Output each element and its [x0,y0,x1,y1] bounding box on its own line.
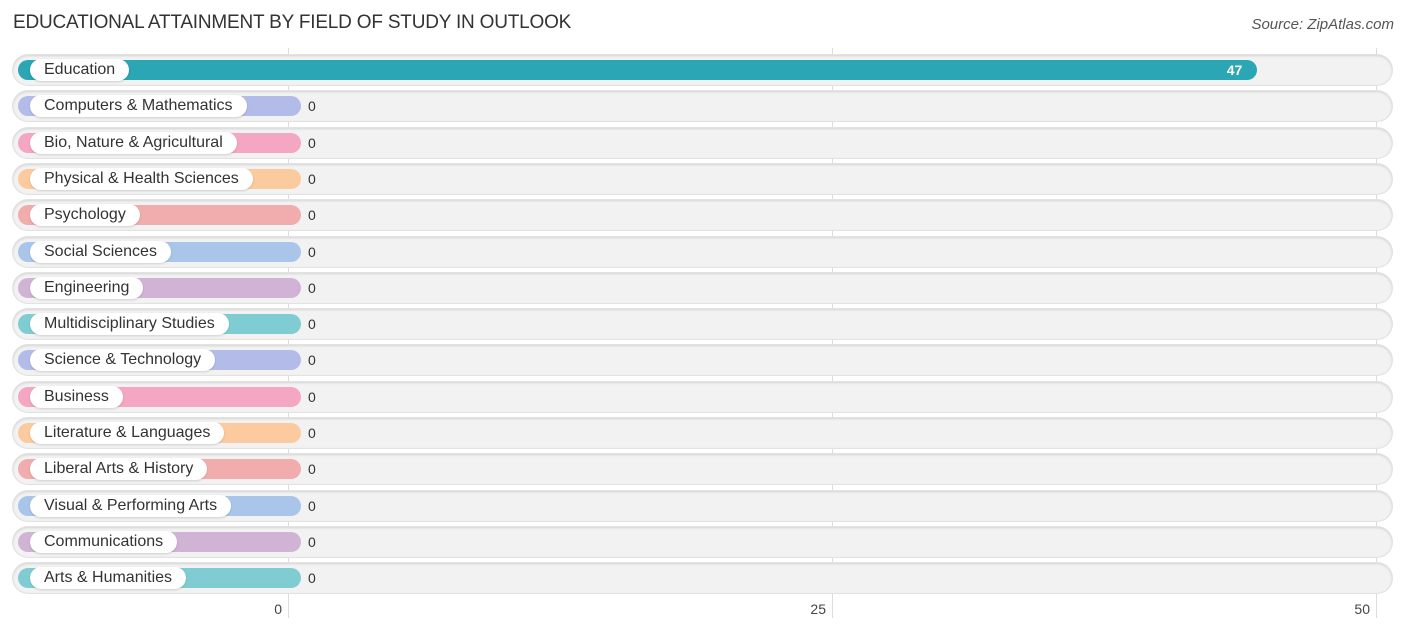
category-label: Psychology [30,204,140,227]
category-label: Visual & Performing Arts [30,494,232,517]
value-label: 0 [308,207,316,224]
value-label: 0 [308,316,316,333]
value-label: 0 [308,570,316,587]
category-label: Communications [30,530,178,553]
category-label: Education [30,59,130,81]
value-label: 0 [308,425,316,441]
category-label: Social Sciences [30,240,171,263]
value-label: 0 [308,388,316,405]
value-label: 0 [308,243,316,260]
category-label: Physical & Health Sciences [30,167,253,190]
category-label: Business [30,385,123,408]
value-label: 0 [308,98,316,115]
category-label: Science & Technology [30,349,216,372]
x-tick-label: 0 [274,601,282,617]
value-label: 0 [308,279,316,296]
x-tick-label: 50 [1354,601,1370,617]
x-tick-label: 25 [810,601,826,617]
bar[interactable] [18,60,1257,80]
value-label: 0 [308,170,316,187]
bar-chart: 0 25 50 Education 47 Computers & Mathematics 0… [0,0,1406,632]
value-label: 0 [308,497,316,514]
category-label: Bio, Nature & Agricultural [30,131,237,154]
category-label: Multidisciplinary Studies [30,313,229,336]
value-label: 0 [308,134,316,151]
category-label: Computers & Mathematics [30,95,247,118]
value-label: 0 [308,461,316,478]
value-label: 0 [308,352,316,369]
value-label: 47 [1226,62,1243,78]
category-label: Liberal Arts & History [30,458,208,481]
category-label: Arts & Humanities [30,567,187,590]
category-label: Engineering [30,276,144,299]
value-label: 0 [308,533,316,550]
category-label: Literature & Languages [30,422,225,444]
